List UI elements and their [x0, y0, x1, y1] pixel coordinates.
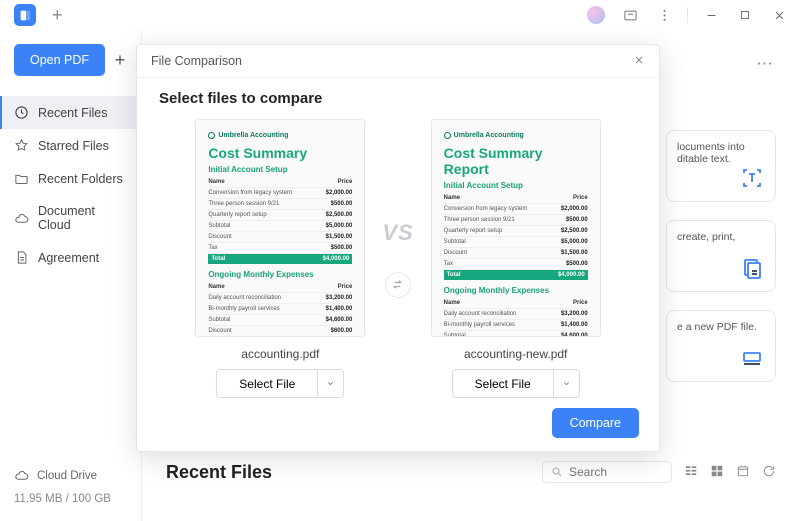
file-preview-left: Umbrella Accounting Cost Summary Initial…	[195, 119, 365, 337]
clock-icon	[14, 105, 29, 120]
sidebar-item-document-cloud[interactable]: Document Cloud	[0, 195, 141, 241]
feature-card-new[interactable]: e a new PDF file.	[666, 310, 776, 382]
sidebar-item-starred-files[interactable]: Starred Files	[0, 129, 141, 162]
dialog-subtitle: Select files to compare	[159, 90, 637, 107]
title-bar: +	[0, 0, 800, 30]
message-icon[interactable]	[617, 2, 643, 28]
search-input[interactable]	[569, 465, 661, 479]
sidebar-item-label: Document Cloud	[38, 204, 127, 232]
search-icon	[551, 466, 563, 478]
feature-card-ocr[interactable]: locuments into ditable text.	[666, 130, 776, 202]
window-maximize-button[interactable]	[732, 2, 758, 28]
create-button[interactable]: +	[111, 50, 129, 71]
file-preview-right: Umbrella Accounting Cost Summary Report …	[431, 119, 601, 337]
recent-files-heading: Recent Files	[166, 462, 272, 483]
filename-right: accounting-new.pdf	[464, 347, 567, 361]
view-list-icon[interactable]	[684, 464, 698, 481]
sidebar-item-label: Recent Files	[38, 106, 107, 120]
select-file-right-button[interactable]: Select File	[452, 369, 554, 398]
sidebar: Open PDF + Recent Files Starred Files Re…	[0, 30, 142, 521]
sidebar-item-recent-files[interactable]: Recent Files	[0, 96, 141, 129]
search-box[interactable]	[542, 461, 672, 483]
view-calendar-icon[interactable]	[736, 464, 750, 481]
card-text: locuments into ditable text.	[677, 141, 765, 165]
select-file-right-caret[interactable]	[554, 369, 580, 398]
sidebar-item-label: Recent Folders	[38, 172, 123, 186]
cloud-drive-link[interactable]: Cloud Drive	[14, 462, 127, 489]
scanner-icon	[739, 345, 765, 371]
ocr-icon	[739, 165, 765, 191]
swap-button[interactable]	[385, 272, 411, 298]
more-menu-icon[interactable]: ⋯	[756, 54, 774, 74]
window-close-button[interactable]	[766, 2, 792, 28]
card-text: e a new PDF file.	[677, 321, 765, 333]
dialog-title: File Comparison	[151, 54, 242, 68]
app-logo	[14, 4, 36, 26]
compare-button[interactable]: Compare	[552, 408, 639, 438]
cloud-icon	[14, 468, 29, 483]
storage-text: 11.95 MB / 100 GB	[14, 489, 127, 511]
filename-left: accounting.pdf	[241, 347, 319, 361]
open-pdf-button[interactable]: Open PDF	[14, 44, 105, 76]
user-avatar[interactable]	[583, 2, 609, 28]
sidebar-item-label: Agreement	[38, 251, 99, 265]
window-minimize-button[interactable]	[698, 2, 724, 28]
sidebar-item-recent-folders[interactable]: Recent Folders	[0, 162, 141, 195]
cloud-drive-label: Cloud Drive	[37, 470, 97, 482]
vs-label: VS	[382, 220, 413, 246]
dialog-close-button[interactable]	[633, 53, 645, 69]
page-icon	[739, 255, 765, 281]
cloud-icon	[14, 211, 29, 226]
view-grid-icon[interactable]	[710, 464, 724, 481]
feature-card-create[interactable]: create, print,	[666, 220, 776, 292]
card-text: create, print,	[677, 231, 765, 243]
sidebar-item-agreement[interactable]: Agreement	[0, 241, 141, 274]
select-file-left-caret[interactable]	[318, 369, 344, 398]
select-file-left-button[interactable]: Select File	[216, 369, 318, 398]
folder-icon	[14, 171, 29, 186]
file-comparison-dialog: File Comparison Select files to compare …	[136, 44, 660, 452]
star-icon	[14, 138, 29, 153]
new-tab-button[interactable]: +	[46, 5, 69, 26]
sidebar-item-label: Starred Files	[38, 139, 109, 153]
document-icon	[14, 250, 29, 265]
kebab-menu-icon[interactable]	[651, 2, 677, 28]
refresh-icon[interactable]	[762, 464, 776, 481]
